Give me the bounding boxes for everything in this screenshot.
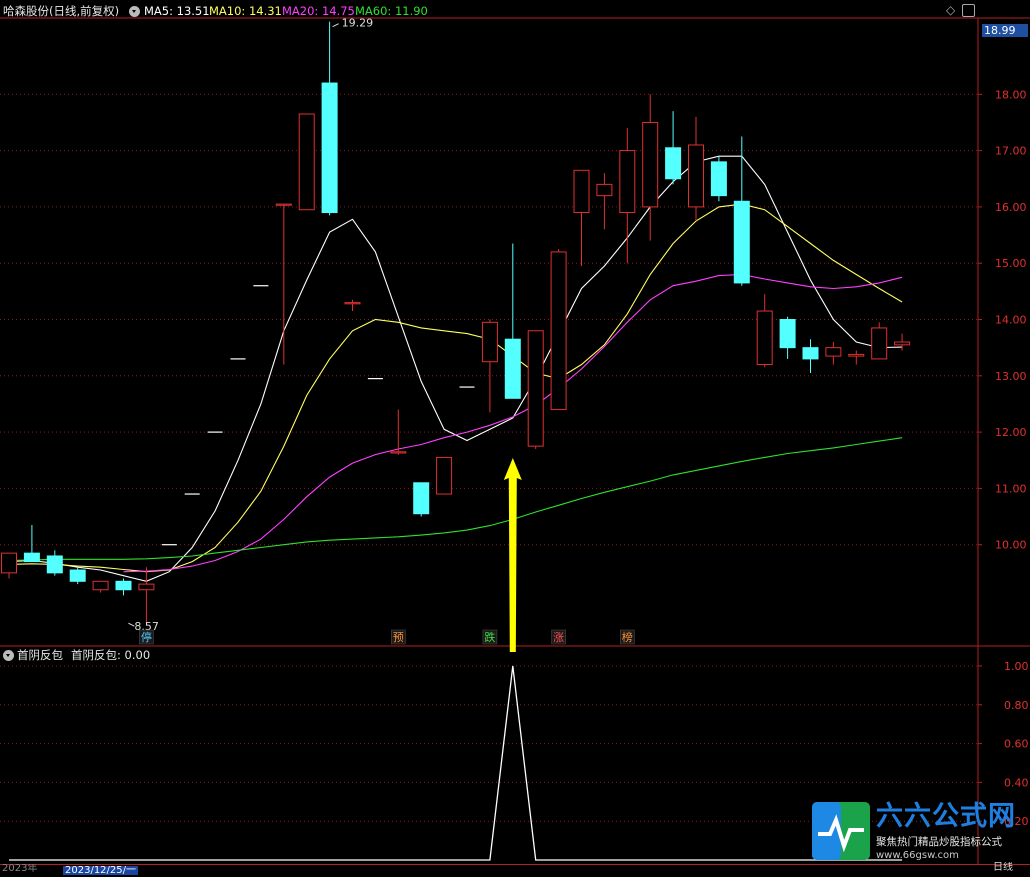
- candle-down: [733, 200, 750, 284]
- selected-date: 2023/12/25/一: [63, 866, 139, 875]
- candle-up: [619, 150, 636, 214]
- candle-up: [138, 583, 155, 591]
- ma60-label: MA60: 11.90: [355, 4, 428, 18]
- candle-down: [504, 338, 521, 399]
- candle-down: [710, 161, 727, 197]
- year-label: 2023年: [2, 864, 38, 873]
- candle-up: [1, 552, 17, 574]
- indicator-tick-label: 0.80: [1004, 699, 1029, 712]
- stock-title: 哈森股份(日线,前复权): [3, 4, 120, 18]
- candle-down: [46, 555, 63, 574]
- indicator-tick-label: 1.00: [1004, 660, 1029, 673]
- y-tick-label: 13.00: [995, 370, 1027, 383]
- y-tick-label: 14.00: [995, 314, 1027, 327]
- ma-line-ma60: [8, 437, 903, 562]
- signal-tag: 停: [141, 630, 152, 644]
- chart-stage: 10.00 11.00 12.00 13.00 14.00 15.00 16.00 17.00…: [0, 0, 1030, 875]
- y-tick-label: 11.00: [995, 482, 1027, 495]
- indicator-name: 首阴反包: [17, 648, 63, 662]
- candle-up: [527, 330, 544, 447]
- candle-up: [298, 113, 315, 211]
- ma20-label: MA20: 14.75: [282, 4, 355, 18]
- candle-up: [848, 353, 865, 357]
- candle-down: [779, 319, 796, 349]
- indicator-tick-label: 0.60: [1004, 738, 1029, 751]
- current-price-box: 18.99: [982, 24, 1028, 37]
- y-tick-label: 16.00: [995, 201, 1027, 214]
- dropdown-icon[interactable]: [129, 6, 140, 17]
- candle-up: [825, 347, 842, 357]
- candle-up: [344, 302, 361, 305]
- candle-down: [115, 580, 132, 591]
- candle-up: [642, 121, 659, 208]
- indicator-dropdown-icon[interactable]: [3, 650, 14, 661]
- candle-up: [596, 183, 613, 197]
- kline-chart: 10.00 11.00 12.00 13.00 14.00 15.00 16.00 17.00…: [0, 17, 1030, 864]
- y-tick-label: 17.00: [995, 145, 1027, 158]
- diamond-icon[interactable]: ◇: [946, 3, 955, 17]
- candle-down: [413, 482, 430, 515]
- ma-line-ma5: [8, 155, 903, 582]
- candle-down: [321, 82, 338, 214]
- logo-title: 六六公式网: [876, 801, 1016, 832]
- candle-up: [756, 310, 773, 366]
- candle-up: [436, 456, 453, 495]
- indicator-line: [9, 665, 903, 861]
- candle-up: [481, 321, 498, 363]
- high-price-label: 19.29: [342, 17, 374, 30]
- candle-up: [688, 144, 704, 208]
- candle-down: [665, 147, 682, 180]
- candle-up: [550, 251, 567, 411]
- indicator-value: 首阴反包: 0.00: [71, 648, 151, 662]
- signal-tag: 预: [393, 631, 404, 644]
- candle-up: [894, 341, 911, 346]
- candle-up: [275, 203, 292, 206]
- candle-up: [871, 327, 888, 360]
- candle-up: [92, 580, 109, 591]
- ma5-label: MA5: 13.51: [144, 4, 210, 18]
- y-tick-label: 15.00: [995, 257, 1027, 270]
- candle-down: [23, 552, 40, 563]
- high-marker: [332, 23, 339, 28]
- maximize-icon[interactable]: [962, 4, 975, 17]
- signal-tag: 跌: [484, 630, 495, 644]
- logo-subtitle: 聚焦热门精品炒股指标公式: [876, 836, 1002, 848]
- indicator-tick-label: 0.40: [1004, 776, 1029, 789]
- y-tick-label: 12.00: [995, 426, 1027, 439]
- ma10-label: MA10: 14.31: [209, 4, 282, 18]
- ma-line-ma10: [8, 203, 903, 573]
- candle-down: [69, 569, 86, 582]
- y-tick-label: 18.00: [995, 88, 1027, 101]
- signal-tag: 榜: [622, 630, 633, 644]
- candle-down: [802, 347, 819, 360]
- signal-arrow: [503, 458, 522, 652]
- y-tick-label: 10.00: [995, 539, 1027, 552]
- logo-url: www.66gsw.com: [876, 850, 959, 861]
- candle-up: [390, 451, 407, 454]
- signal-tag: 涨: [553, 631, 564, 644]
- site-logo: 六六公式网 聚焦热门精品炒股指标公式 www.66gsw.com: [812, 800, 1030, 864]
- candle-up: [573, 169, 590, 214]
